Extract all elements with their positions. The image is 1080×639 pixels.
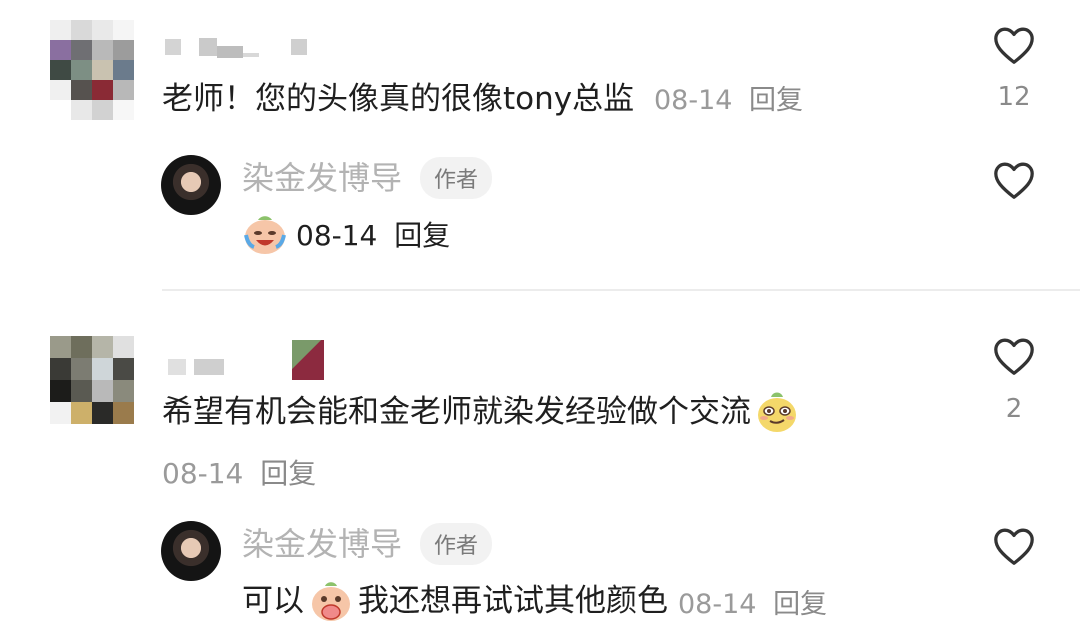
author-badge: 作者	[420, 523, 493, 565]
like-count: 2	[1005, 394, 1023, 424]
comment-text: 希望有机会能和金老师就染发经验做个交流	[162, 389, 799, 435]
reply-button[interactable]: 回复	[749, 85, 803, 116]
like-button[interactable]	[992, 25, 1036, 65]
author-avatar[interactable]	[161, 155, 221, 215]
author-badge: 作者	[420, 157, 493, 199]
reply-date: 08-14	[296, 219, 378, 252]
reply-button[interactable]: 回复	[260, 457, 316, 490]
commenter-name-blurred[interactable]	[168, 340, 324, 380]
heart-icon	[994, 27, 1034, 64]
comment-date: 08-14	[653, 85, 733, 116]
author-name[interactable]: 染金发博导	[242, 524, 402, 564]
divider	[162, 289, 1080, 291]
reply-button[interactable]: 回复	[394, 219, 450, 252]
hand-over-mouth-emoji	[312, 582, 350, 621]
crying-laugh-emoji	[244, 216, 286, 254]
like-button[interactable]	[992, 336, 1036, 376]
smirk-emoji	[758, 392, 796, 432]
commenter-name-blurred[interactable]	[165, 36, 307, 58]
author-avatar[interactable]	[161, 521, 221, 581]
like-button[interactable]	[992, 160, 1036, 200]
commenter-avatar-blurred[interactable]	[50, 20, 134, 120]
comment-text: 老师！您的头像真的很像tony总监 08-14 回复	[162, 79, 803, 121]
heart-icon	[994, 338, 1034, 375]
heart-icon	[994, 528, 1034, 565]
reply-text-end: 我还想再试试其他颜色	[358, 583, 668, 619]
reply-text-start: 可以	[242, 583, 304, 619]
reply-button[interactable]: 回复	[773, 589, 827, 620]
author-name[interactable]: 染金发博导	[242, 158, 402, 198]
reply-date: 08-14	[678, 588, 757, 620]
like-button[interactable]	[992, 526, 1036, 566]
comment-date: 08-14	[162, 457, 244, 490]
heart-icon	[994, 162, 1034, 199]
like-count: 12	[997, 82, 1031, 112]
commenter-avatar-blurred[interactable]	[50, 336, 134, 424]
comment-body: 希望有机会能和金老师就染发经验做个交流	[162, 394, 751, 430]
comment-body: 老师！您的头像真的很像tony总监	[162, 81, 635, 117]
